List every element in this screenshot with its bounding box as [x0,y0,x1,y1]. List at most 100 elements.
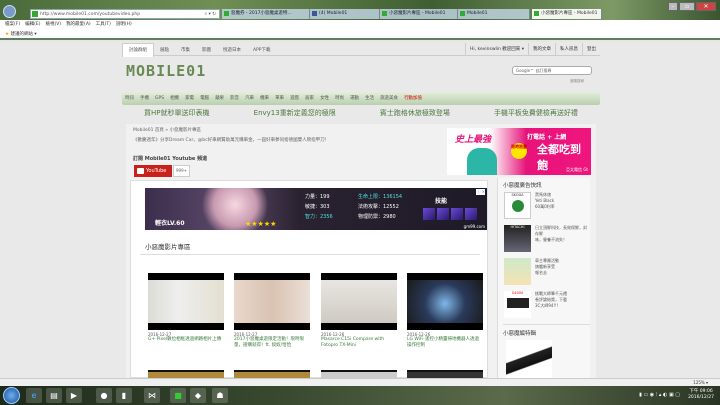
browser-tab[interactable]: Mobile01 [458,9,530,19]
start-button[interactable] [3,387,20,404]
menu-help[interactable]: 說明(H) [116,22,132,27]
browser-tab-active[interactable]: 小惡魔影片專區 - Mobile01 [532,9,602,19]
logout-link[interactable]: 登出 [582,43,600,56]
menu-view[interactable]: 檢視(V) [45,22,61,27]
category-link[interactable]: 時尚 [335,96,344,101]
top-nav: 討論群組 展點 市集 影圖 悅遊日本 APP下載 Hi, kevinswlin 歡迎回來 … [122,43,600,57]
video-card[interactable]: 2016-12-27 G+ Pixel數位相框透過網路相片上傳 [148,273,224,343]
announcement-text[interactable]: 《歡慶週年》分享Dream Car，@bc好車網贊助萬元購車金，一圓好車夢同捨德… [133,137,329,143]
video-thumbnail[interactable] [407,370,483,378]
address-controls[interactable]: ⌕ ▾ ↻ [205,10,216,19]
browser-tab[interactable]: 惡魔券 - 2017小惡魔桌遊特... [222,9,310,19]
video-card[interactable]: 2016-12-26 LG WiFi 遙控小精靈掃地機器人透過操作控制 [407,273,483,349]
video-card[interactable]: 2016-12-27 2017小惡魔桌遊限定活動！限時限量，搶購就得！ft. 奴… [234,273,310,349]
video-thumbnail[interactable] [321,273,397,330]
category-link[interactable]: 相機 [170,96,179,101]
nav-item[interactable]: 展點 [154,44,175,57]
my-articles-link[interactable]: 我的文章 [528,43,555,56]
category-link[interactable]: 蘋果 [215,96,224,101]
video-thumbnail[interactable] [407,273,483,330]
video-card[interactable]: 2016-12-26 Masarce C15i Compare with Fot… [321,273,397,349]
back-button[interactable] [3,5,16,18]
sidebar-ad[interactable]: 車主專屬活動 旗艦新享受 報名去 [504,258,590,286]
category-link[interactable]: 影音 [230,96,239,101]
video-thumbnail[interactable] [234,370,310,378]
nav-market[interactable]: 市集 [175,44,196,57]
line-icon[interactable]: ■ [170,388,186,403]
messages-link[interactable]: 私人訊息 [555,43,582,56]
video-title[interactable]: 2017小惡魔桌遊限定活動！限時限量，搶購就得！ft. 奴奴/恰恰 [234,337,310,349]
ad-close-icon[interactable]: ⓘ ✕ [476,189,485,195]
youtube-subscribe-button[interactable]: YouTube [134,165,172,177]
menu-file[interactable]: 檔案(F) [5,22,20,27]
breadcrumb[interactable]: Mobile01 首頁 » 小惡魔影片專區 [133,127,201,133]
browser-tab[interactable]: 小惡魔影片專區 - Mobile01 [380,9,458,19]
category-link[interactable]: 女性 [320,96,329,101]
video-title[interactable]: LG WiFi 遙控小精靈掃地機器人透過操作控制 [407,337,483,349]
ad-line1: 打電話 + 上網 [527,134,567,141]
menu-edit[interactable]: 編輯(E) [25,22,40,27]
suggested-sites[interactable]: 建議的網站 ▾ [10,32,36,37]
category-link[interactable]: 居家 [305,96,314,101]
sidebar-special-title: 小惡魔編特輯 [503,324,590,337]
category-link[interactable]: 手機 [140,96,149,101]
app-icon[interactable]: ☗ [212,388,228,403]
video-thumbnail[interactable] [234,273,310,330]
system-tray-icons[interactable]: ▮ ▭ ◉ ⁝ ▴ ◐ ▣ ▢ [639,392,680,398]
category-link[interactable]: GPS [155,96,164,101]
address-bar[interactable]: http://www.mobile01.com/youtubevideo.php… [30,9,220,19]
media-player-icon[interactable]: ▶ [66,388,82,403]
browser-tab[interactable]: (4) Mobile01 [310,9,380,19]
ie-icon[interactable]: e [26,388,42,403]
nav-japan[interactable]: 悅遊日本 [217,44,247,57]
category-link[interactable]: 旅遊美食 [380,96,398,101]
category-link[interactable]: 電腦 [200,96,209,101]
video-thumbnail[interactable] [148,370,224,378]
category-link[interactable]: 遊戲 [290,96,299,101]
category-link[interactable]: 行動加值 [404,96,422,101]
video-title[interactable]: Masarce C15i Compare with Fotopro TX-Min… [321,337,397,349]
category-link[interactable]: 時訊 [125,96,134,101]
tab-label: 小惡魔影片專區 - Mobile01 [389,11,446,16]
sidebar-ad[interactable]: SKODA 黑馬休旅 Yeti Black 60萬0利率 [504,192,590,220]
category-link[interactable]: 單車 [275,96,284,101]
folder-icon[interactable]: ▤ [46,388,62,403]
advanced-search-link[interactable]: 進階搜尋 [570,79,584,84]
search-input[interactable]: Google™ 自訂搜尋 [512,66,592,75]
promo-link[interactable]: Envy13重新定義您的極限 [254,106,336,120]
category-link[interactable]: 汽車 [245,96,254,101]
nav-app[interactable]: APP下載 [247,44,277,57]
menu-favorites[interactable]: 我的最愛(A) [66,22,91,27]
status-bar: 125% ▾ [0,378,720,386]
minimize-button[interactable]: – [668,2,678,11]
video-thumbnail[interactable] [148,273,224,330]
category-link[interactable]: 運動 [350,96,359,101]
game-ad-banner[interactable]: 輕衣LV.60 ★★★★★ 力量：199 生命上限：136154 敏捷：303 法術… [145,188,487,230]
app-icon[interactable]: ▮ [116,388,132,403]
nav-item[interactable]: 影圖 [196,44,217,57]
close-button[interactable]: ✕ [696,2,716,11]
app-icon[interactable]: ◆ [190,388,206,403]
promo-link[interactable]: 賓士跑格休旅極致登場 [380,106,450,120]
chrome-icon[interactable]: ● [96,388,112,403]
mobile01-logo[interactable]: MOBILE01 [126,62,206,80]
category-link[interactable]: 機車 [260,96,269,101]
clock-date: 2016/12/27 [688,395,714,400]
nav-forum[interactable]: 討論群組 [122,43,154,57]
visual-studio-icon[interactable]: ⋈ [144,388,160,403]
zoom-level[interactable]: 125% ▾ [693,379,708,386]
video-thumbnail[interactable] [321,370,397,378]
speaker-image[interactable] [506,340,552,380]
sidebar-ad[interactable]: G4000 挑戰大師筆千元禮 卷評論給獎，下載 3C大師94!!! [504,291,590,319]
maximize-button[interactable]: ▫ [679,2,695,11]
menu-tools[interactable]: 工具(T) [96,22,111,27]
clock[interactable]: 下午 09:06 2016/12/27 [688,389,714,401]
promo-link[interactable]: 買HP就秒單送印表機 [144,106,210,120]
video-title[interactable]: G+ Pixel數位相框透過網路相片上傳 [148,337,224,343]
category-link[interactable]: 生活 [365,96,374,101]
telecom-ad-banner[interactable]: 史上最強 限時限量 打電話 + 上網 全都吃到飽 亞太電信 Gt [447,128,591,175]
promo-link[interactable]: 手機平板免費健檢再送好禮 [494,106,578,120]
category-link[interactable]: 家電 [185,96,194,101]
sidebar-ad[interactable]: HITACHI 日立頂鮮科技，長效保鮮，封存鮮 味，營養不流失！ [504,225,590,253]
user-menu[interactable]: Hi, kevinswlin 歡迎回來 ▾ [465,43,528,56]
